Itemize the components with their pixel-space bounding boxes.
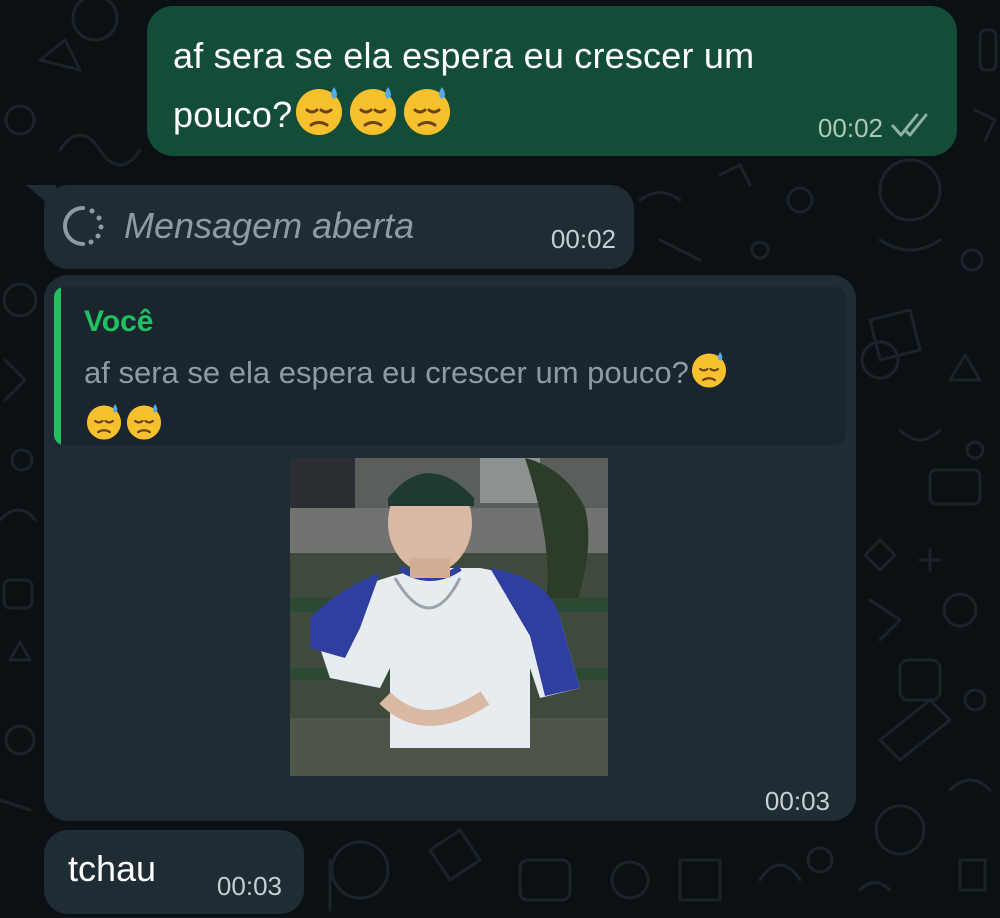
sticker-photo[interactable] <box>290 458 608 776</box>
view-once-message[interactable]: Mensagem aberta 00:02 <box>44 185 634 269</box>
quoted-message[interactable]: Você af sera se ela espera eu crescer um… <box>54 287 846 445</box>
downcast-sweat-emoji <box>346 83 400 152</box>
quoted-author: Você <box>84 305 154 338</box>
view-once-label: Mensagem aberta <box>124 205 415 246</box>
outgoing-message-time: 00:02 <box>817 113 883 143</box>
downcast-sweat-emoji <box>689 349 729 401</box>
downcast-sweat-emoji <box>292 83 346 152</box>
reply-message[interactable]: Você af sera se ela espera eu crescer um… <box>44 275 856 821</box>
outgoing-message-body: af sera se ela espera eu crescer um pouc… <box>173 28 853 152</box>
quoted-message-body: af sera se ela espera eu crescer um pouc… <box>84 349 824 445</box>
view-once-time: 00:02 <box>550 224 616 254</box>
downcast-sweat-emoji <box>400 83 454 152</box>
incoming-message-time: 00:03 <box>216 871 282 901</box>
reply-message-time: 00:03 <box>764 786 830 816</box>
chat-window: af sera se ela espera eu crescer um pouc… <box>0 0 1000 918</box>
quoted-text: af sera se ela espera eu crescer um pouc… <box>84 355 689 391</box>
incoming-message-text: tchau <box>68 848 157 889</box>
downcast-sweat-emoji <box>124 401 164 445</box>
outgoing-message[interactable]: af sera se ela espera eu crescer um pouc… <box>147 6 957 156</box>
view-once-icon <box>63 206 104 246</box>
outgoing-message-text: af sera se ela espera eu crescer um pouc… <box>173 35 755 136</box>
downcast-sweat-emoji <box>84 401 124 445</box>
double-check-icon <box>891 113 928 137</box>
incoming-message[interactable]: tchau 00:03 <box>44 830 304 914</box>
quote-accent-bar <box>54 287 61 445</box>
